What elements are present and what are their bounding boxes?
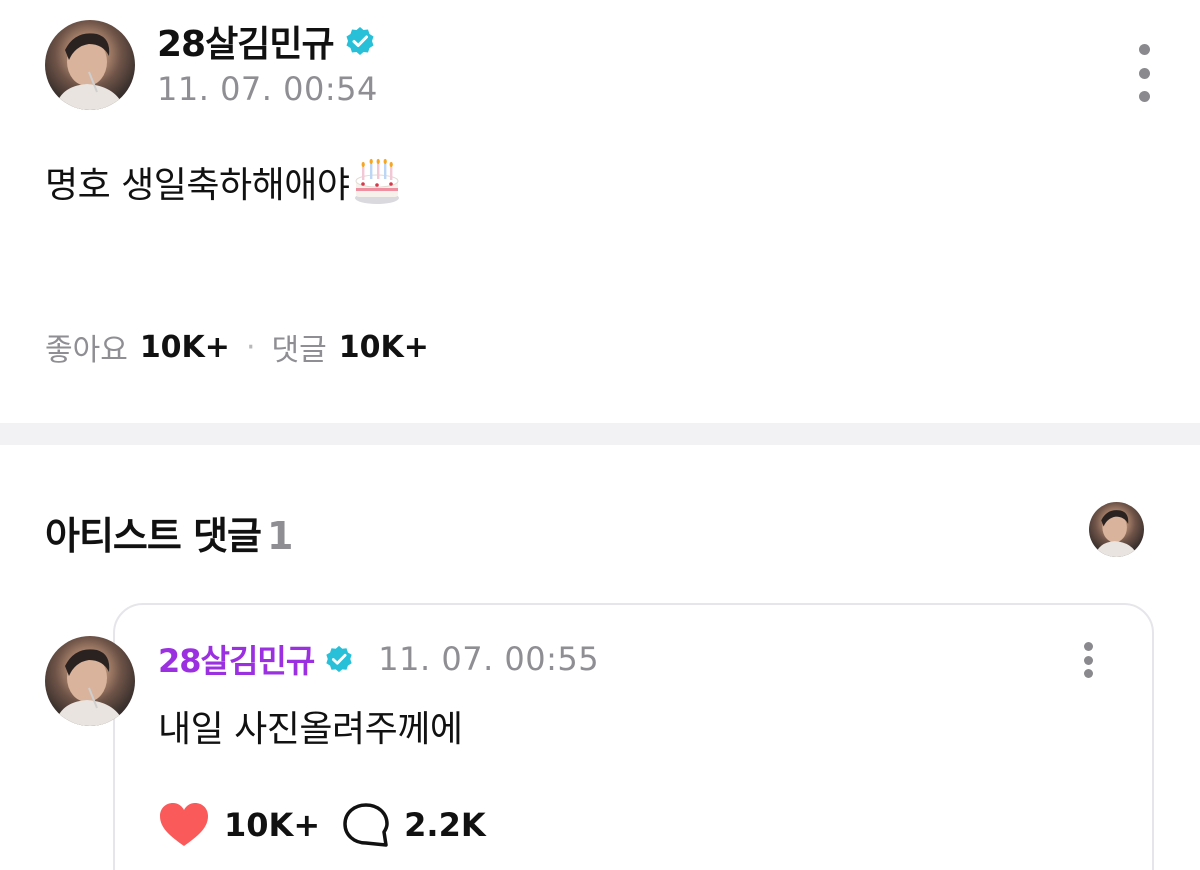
comment-like-count: 10K+ [224,806,321,844]
profile-photo-icon [55,33,125,110]
comment-author-name[interactable]: 28살김민규 [158,636,315,682]
verified-badge-icon [326,645,352,673]
birthday-cake-icon [354,158,399,204]
stats-separator: · [245,329,256,365]
comment-more-options-icon[interactable] [1076,642,1100,678]
comments-label: 댓글 [271,333,327,368]
author-name[interactable]: 28살김민규 [157,15,335,67]
author-row: 28살김민규 [157,15,376,67]
speech-bubble-icon [343,803,389,847]
comments-count[interactable]: 10K+ [339,330,429,365]
comment-reply-count: 2.2K [404,806,486,844]
post-body: 명호 생일축하해애야 [45,156,402,208]
comment-header: 28살김민규 11. 07. 00:55 [158,638,599,680]
artist-comments-label: 아티스트 댓글 [45,514,262,558]
comment-like-button[interactable]: 10K+ [158,802,320,848]
post-detail-screen: 28살김민규 11. 07. 00:54 명호 생일축하해애야 좋아요 10K+… [0,0,1200,870]
author-avatar[interactable] [45,20,135,110]
comment-reply-button[interactable]: 2.2K [342,802,486,848]
artist-filter-avatar[interactable] [1089,502,1144,557]
more-options-icon[interactable] [1128,44,1160,102]
artist-comments-count: 1 [267,514,293,558]
comment-actions: 10K+ 2.2K [158,802,486,848]
comment-text: 내일 사진올려주께에 [158,709,463,750]
post-timestamp: 11. 07. 00:54 [157,70,378,108]
heart-icon [160,803,208,846]
comment-timestamp: 11. 07. 00:55 [378,640,600,678]
artist-comments-title: 아티스트 댓글 1 [45,505,293,560]
section-divider [0,423,1200,445]
comment-author-avatar[interactable] [45,636,135,726]
profile-photo-icon [1095,510,1138,557]
profile-photo-icon [55,649,125,726]
likes-label: 좋아요 [45,333,128,368]
verified-badge-icon [346,27,374,55]
post-stats: 좋아요 10K+ · 댓글 10K+ [45,326,429,369]
likes-count[interactable]: 10K+ [140,330,230,365]
post-text: 명호 생일축하해애야 [45,165,350,206]
